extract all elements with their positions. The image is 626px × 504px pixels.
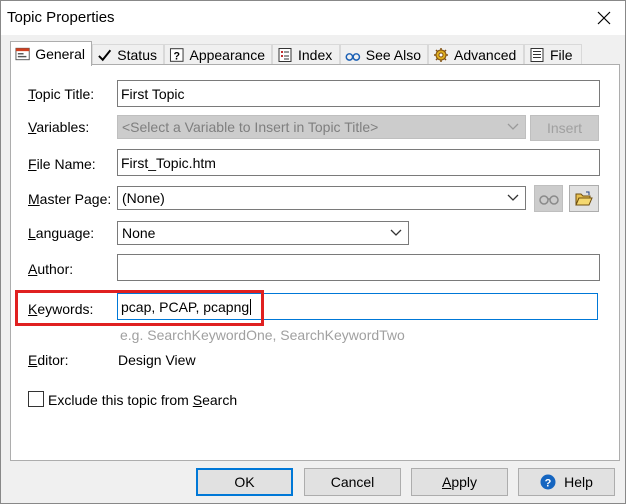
chevron-down-icon xyxy=(505,119,521,135)
apply-button-label: Apply xyxy=(441,474,478,490)
close-button[interactable] xyxy=(589,3,619,33)
svg-text:?: ? xyxy=(173,50,180,62)
variables-label: Variables: xyxy=(28,119,90,135)
help-button-label: Help xyxy=(564,474,593,490)
close-icon xyxy=(597,11,611,25)
tab-general[interactable]: General xyxy=(10,41,92,66)
exclude-from-search-checkbox[interactable] xyxy=(28,391,44,407)
master-page-dropdown[interactable]: (None) xyxy=(117,186,526,210)
tab-label: Advanced xyxy=(454,47,517,63)
file-name-input[interactable]: First_Topic.htm xyxy=(117,149,600,176)
master-page-value: (None) xyxy=(122,190,165,206)
cancel-button[interactable]: Cancel xyxy=(304,468,401,496)
language-dropdown[interactable]: None xyxy=(117,221,409,245)
tab-label: See Also xyxy=(365,47,421,63)
author-label: Author: xyxy=(28,261,74,277)
tab-see-also[interactable]: See Also xyxy=(340,44,428,65)
ok-button-label: OK xyxy=(234,474,255,490)
text-cursor xyxy=(250,298,252,315)
tab-strip: General Status ? Appearance Index See Al… xyxy=(10,41,620,66)
tab-advanced[interactable]: Advanced xyxy=(428,44,524,65)
glasses-icon xyxy=(538,194,559,205)
editor-value: Design View xyxy=(118,352,196,368)
editor-label: Editor: xyxy=(28,352,69,368)
master-page-label: Master Page: xyxy=(28,191,112,207)
topic-properties-dialog: Topic Properties General Status ? Appear… xyxy=(0,0,626,504)
chevron-down-icon xyxy=(505,190,521,206)
gear-icon xyxy=(434,48,448,62)
tab-appearance[interactable]: ? Appearance xyxy=(164,44,272,65)
keywords-label: Keywords: xyxy=(28,301,94,317)
variables-dropdown[interactable]: <Select a Variable to Insert in Topic Ti… xyxy=(117,115,526,139)
keywords-input[interactable]: pcap, PCAP, pcapng xyxy=(117,293,598,320)
tab-label: File xyxy=(550,47,573,63)
language-value: None xyxy=(122,225,156,241)
tab-file[interactable]: File xyxy=(524,44,582,65)
apply-button[interactable]: Apply xyxy=(411,468,508,496)
tab-label: General xyxy=(35,46,85,62)
file-name-value: First_Topic.htm xyxy=(121,154,216,171)
window-title: Topic Properties xyxy=(7,9,115,26)
browse-master-page-button[interactable] xyxy=(569,185,599,212)
general-icon xyxy=(15,47,30,61)
variables-value: <Select a Variable to Insert in Topic Ti… xyxy=(122,119,379,135)
tab-status[interactable]: Status xyxy=(92,44,164,65)
tab-index[interactable]: Index xyxy=(272,44,340,65)
keywords-hint: e.g. SearchKeywordOne, SearchKeywordTwo xyxy=(120,327,405,343)
title-bar: Topic Properties xyxy=(1,1,625,35)
glasses-icon xyxy=(345,53,361,61)
preview-master-page-button[interactable] xyxy=(534,185,563,212)
topic-title-label: Topic Title: xyxy=(28,86,95,102)
file-name-label: File Name: xyxy=(28,156,96,172)
topic-title-input[interactable]: First Topic xyxy=(117,80,600,107)
tab-label: Index xyxy=(298,47,333,63)
question-icon: ? xyxy=(169,48,184,62)
svg-text:?: ? xyxy=(545,478,552,490)
open-folder-icon xyxy=(575,191,593,205)
exclude-from-search-label[interactable]: Exclude this topic from Search xyxy=(48,392,237,408)
insert-button[interactable]: Insert xyxy=(530,115,599,141)
insert-button-label: Insert xyxy=(546,120,582,136)
tab-label: Appearance xyxy=(189,47,265,63)
author-input[interactable] xyxy=(117,254,600,281)
language-label: Language: xyxy=(28,225,95,241)
keywords-value: pcap, PCAP, pcapng xyxy=(121,298,250,315)
index-icon xyxy=(278,48,292,62)
chevron-down-icon xyxy=(388,225,404,241)
help-button[interactable]: ? Help xyxy=(518,468,615,496)
file-icon xyxy=(530,48,544,62)
ok-button[interactable]: OK xyxy=(196,468,293,496)
cancel-button-label: Cancel xyxy=(330,474,375,490)
checkmark-icon xyxy=(98,49,112,62)
help-icon: ? xyxy=(540,474,556,490)
tab-label: Status xyxy=(117,47,157,63)
topic-title-value: First Topic xyxy=(121,85,185,102)
